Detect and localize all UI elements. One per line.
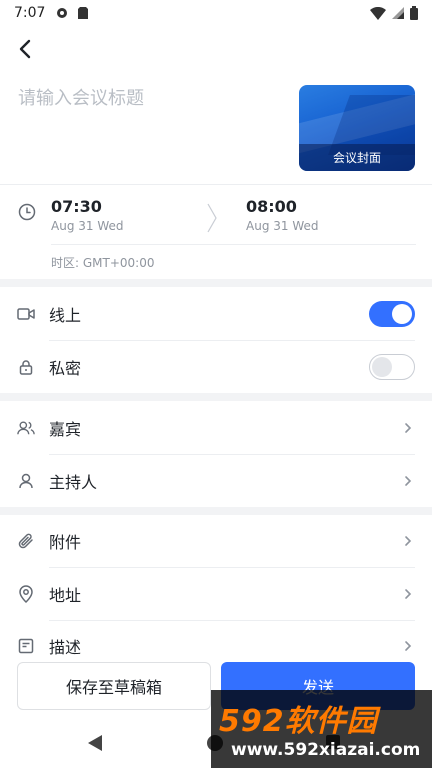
toggle-knob [372,357,392,377]
video-camera-icon [17,305,35,323]
online-setting-row: 线上 [0,288,432,340]
private-setting-row: 私密 [0,341,432,393]
top-nav [0,30,432,70]
end-time-picker[interactable]: 08:00 Aug 31 Wed [246,197,319,233]
section-gap [0,507,432,515]
gear-icon [57,8,68,18]
cover-label: 会议封面 [299,144,415,171]
private-label: 私密 [49,359,82,378]
start-time: 07:30 [51,197,102,216]
divider [51,244,416,245]
host-label: 主持人 [49,473,98,492]
meeting-header: 会议封面 [0,78,432,184]
system-back-icon[interactable] [87,734,103,752]
address-label: 地址 [49,586,82,605]
status-bar: 7:07 [0,0,432,26]
meeting-title-input[interactable] [18,84,278,112]
start-date: Aug 31 Wed [51,219,124,233]
start-time-picker[interactable]: 07:30 Aug 31 Wed [51,197,124,233]
sim-card-icon [78,7,89,19]
save-draft-button[interactable]: 保存至草稿箱 [17,662,211,710]
wifi-icon [370,6,386,20]
chevron-right-icon [405,589,412,599]
section-gap [0,393,432,401]
private-toggle[interactable] [369,354,415,380]
back-button[interactable] [10,34,40,64]
section-gap [0,279,432,287]
attachments-row[interactable]: 附件 [0,515,432,567]
online-toggle[interactable] [369,301,415,327]
arrow-right-icon [207,203,217,233]
timezone-label[interactable]: 时区: GMT+00:00 [51,254,154,271]
online-label: 线上 [49,306,82,325]
watermark-url: www.592xiazai.com [231,740,421,760]
guests-label: 嘉宾 [49,420,82,439]
chevron-right-icon [405,423,412,433]
address-row[interactable]: 地址 [0,568,432,620]
location-pin-icon [17,585,35,603]
watermark-logo-text: 592软件园 [219,704,378,739]
chevron-right-icon [405,536,412,546]
chevron-left-icon [19,39,31,59]
paperclip-icon [17,532,35,550]
guests-row[interactable]: 嘉宾 [0,402,432,454]
end-time: 08:00 [246,197,297,216]
host-row[interactable]: 主持人 [0,455,432,507]
time-section: 07:30 Aug 31 Wed 08:00 Aug 31 Wed 时区: GM… [0,185,432,278]
user-icon [17,472,35,490]
end-date: Aug 31 Wed [246,219,319,233]
status-time: 7:07 [14,5,46,21]
signal-icon [392,7,404,19]
chevron-right-icon [405,641,412,651]
battery-icon [410,6,418,20]
lock-icon [17,358,35,376]
document-icon [17,637,35,655]
description-label: 描述 [49,638,82,657]
chevron-right-icon [405,476,412,486]
users-icon [17,419,35,437]
meeting-cover[interactable]: 会议封面 [299,85,415,171]
toggle-knob [392,304,412,324]
attachments-label: 附件 [49,533,82,552]
watermark: 592软件园 www.592xiazai.com [211,690,432,768]
clock-icon [18,203,36,221]
